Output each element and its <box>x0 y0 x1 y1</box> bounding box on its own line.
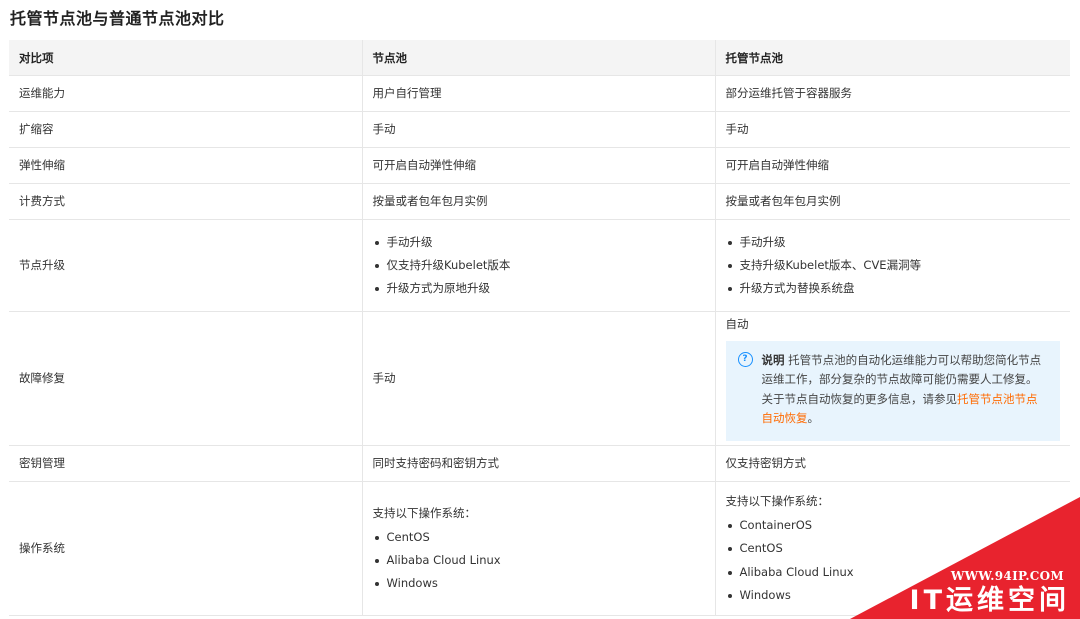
note-label: 说明 <box>761 352 785 367</box>
comparison-table: 对比项 节点池 托管节点池 运维能力 用户自行管理 部分运维托管于容器服务 扩缩… <box>9 40 1070 616</box>
note-box: ? 说明 托管节点池的自动化运维能力可以帮助您简化节点运维工作，部分复杂的节点故… <box>725 340 1060 441</box>
managed-pool-cell: 手动升级 支持升级Kubelet版本、CVE漏洞等 升级方式为替换系统盘 <box>714 219 1070 312</box>
bullet-list: 手动升级 仅支持升级Kubelet版本 升级方式为原地升级 <box>373 231 705 301</box>
node-pool-cell: 支持以下操作系统： CentOS Alibaba Cloud Linux Win… <box>361 481 715 616</box>
bullet-list: 手动升级 支持升级Kubelet版本、CVE漏洞等 升级方式为替换系统盘 <box>726 231 1061 301</box>
cell-lead: 支持以下操作系统： <box>725 493 830 508</box>
list-item: 升级方式为替换系统盘 <box>726 277 1061 300</box>
list-item: Windows <box>373 572 705 595</box>
row-label: 节点升级 <box>9 219 362 312</box>
list-item: ContainerOS <box>726 514 1061 537</box>
managed-pool-cell: 手动 <box>714 111 1070 148</box>
note-end: 。 <box>807 411 820 426</box>
row-label: 弹性伸缩 <box>9 147 362 184</box>
page-title: 托管节点池与普通节点池对比 <box>10 9 225 28</box>
list-item: 仅支持升级Kubelet版本 <box>373 254 705 277</box>
header-managed-node-pool: 托管节点池 <box>714 40 1070 76</box>
list-item: 支持升级Kubelet版本、CVE漏洞等 <box>726 254 1061 277</box>
list-item: Alibaba Cloud Linux <box>373 549 705 572</box>
node-pool-cell: 按量或者包年包月实例 <box>361 183 715 220</box>
table-row-elastic: 弹性伸缩 可开启自动弹性伸缩 可开启自动弹性伸缩 <box>9 147 1070 184</box>
managed-pool-cell: 仅支持密钥方式 <box>714 445 1070 482</box>
list-item: 手动升级 <box>726 231 1061 254</box>
header-node-pool: 节点池 <box>361 40 715 76</box>
question-circle-icon: ? <box>737 351 753 367</box>
row-label: 计费方式 <box>9 183 362 220</box>
row-label: 故障修复 <box>9 311 362 446</box>
table-row-scale: 扩缩容 手动 手动 <box>9 111 1070 148</box>
node-pool-cell: 手动 <box>361 311 715 446</box>
row-label: 密钥管理 <box>9 445 362 482</box>
managed-pool-cell: 部分运维托管于容器服务 <box>714 75 1070 112</box>
header-item: 对比项 <box>9 40 362 76</box>
table-row-keys: 密钥管理 同时支持密码和密钥方式 仅支持密钥方式 <box>9 445 1070 482</box>
watermark-name: IT运维空间 <box>909 585 1070 616</box>
bullet-list: CentOS Alibaba Cloud Linux Windows <box>373 526 705 596</box>
list-item: 升级方式为原地升级 <box>373 277 705 300</box>
managed-pool-cell: 自动 ? 说明 托管节点池的自动化运维能力可以帮助您简化节点运维工作，部分复杂的… <box>714 311 1070 446</box>
cell-lead: 支持以下操作系统： <box>372 505 477 520</box>
row-label: 扩缩容 <box>9 111 362 148</box>
list-item: CentOS <box>373 526 705 549</box>
table-row-fault: 故障修复 手动 自动 ? 说明 托管节点池的自动化运维能力可以帮助您简化节点运维… <box>9 311 1070 446</box>
node-pool-cell: 手动 <box>361 111 715 148</box>
table-row-ops: 运维能力 用户自行管理 部分运维托管于容器服务 <box>9 75 1070 112</box>
node-pool-cell: 手动升级 仅支持升级Kubelet版本 升级方式为原地升级 <box>361 219 715 312</box>
list-item: 手动升级 <box>373 231 705 254</box>
node-pool-cell: 用户自行管理 <box>361 75 715 112</box>
cell-text: 自动 <box>725 317 749 332</box>
table-row-billing: 计费方式 按量或者包年包月实例 按量或者包年包月实例 <box>9 183 1070 220</box>
row-label: 运维能力 <box>9 75 362 112</box>
row-label: 操作系统 <box>9 481 362 616</box>
node-pool-cell: 可开启自动弹性伸缩 <box>361 147 715 184</box>
table-row-upgrade: 节点升级 手动升级 仅支持升级Kubelet版本 升级方式为原地升级 手动升级 … <box>9 219 1070 312</box>
managed-pool-cell: 按量或者包年包月实例 <box>714 183 1070 220</box>
managed-pool-cell: 可开启自动弹性伸缩 <box>714 147 1070 184</box>
table-header-row: 对比项 节点池 托管节点池 <box>9 40 1070 76</box>
node-pool-cell: 同时支持密码和密钥方式 <box>361 445 715 482</box>
